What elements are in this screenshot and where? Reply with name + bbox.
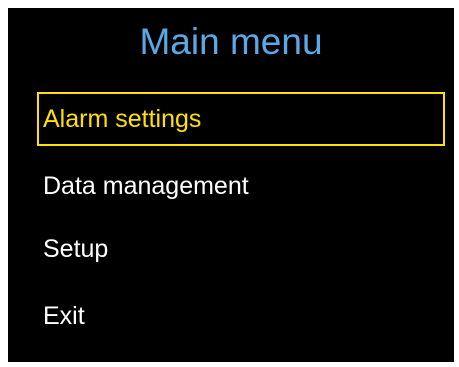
menu-item-data-management[interactable]: Data management	[37, 159, 445, 213]
menu-item-alarm-settings[interactable]: Alarm settings	[37, 92, 445, 146]
menu-title: Main menu	[139, 21, 323, 62]
device-screen: Main menu Alarm settings Data management…	[8, 8, 454, 362]
menu-item-setup[interactable]: Setup	[37, 222, 445, 276]
menu-item-exit[interactable]: Exit	[37, 289, 445, 343]
